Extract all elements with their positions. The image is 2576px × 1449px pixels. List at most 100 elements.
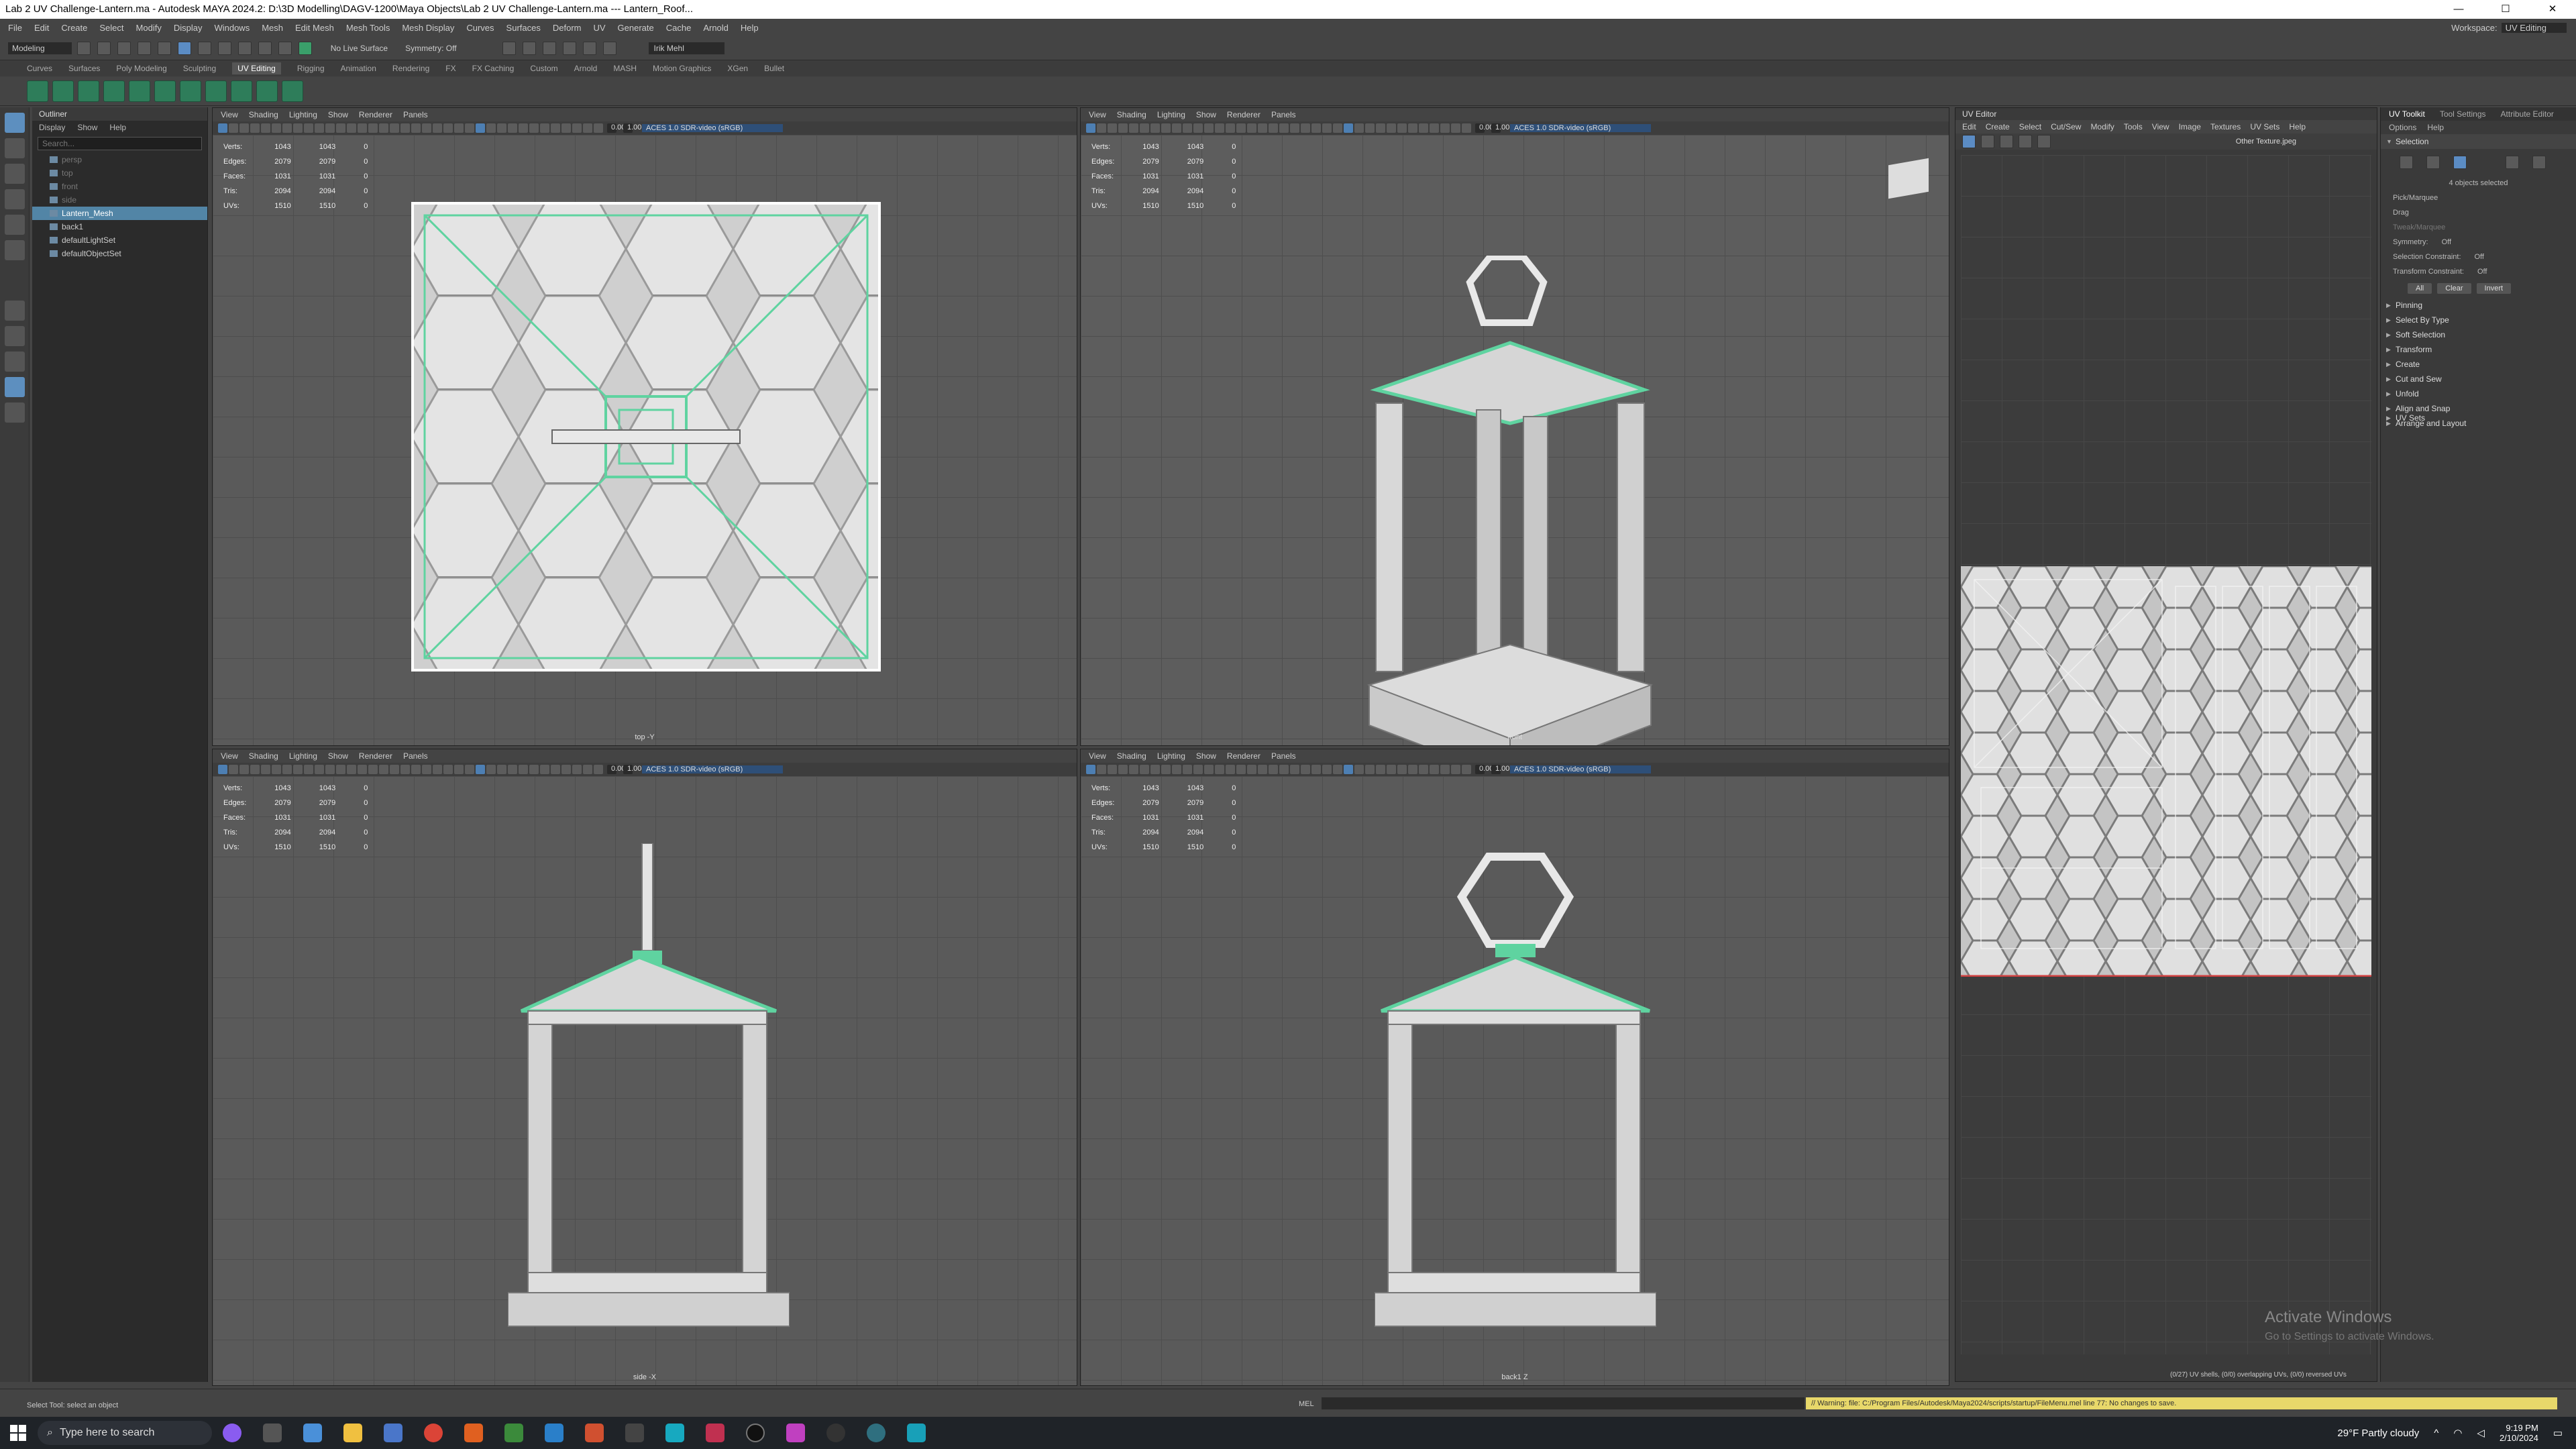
chevron-up-icon[interactable]: ^ [2434, 1428, 2438, 1439]
viewport-tool-icon[interactable] [540, 765, 549, 774]
viewport-tool-icon[interactable] [261, 123, 270, 133]
uv-grid-icon[interactable] [1981, 135, 1994, 148]
shelf-tab-rigging[interactable]: Rigging [297, 64, 325, 73]
viewport-tool-icon[interactable] [1226, 765, 1235, 774]
mode-dropdown[interactable]: Modeling [8, 42, 72, 54]
viewport-tool-icon[interactable] [282, 765, 292, 774]
copilot-icon[interactable] [223, 1424, 241, 1442]
face-mode-icon[interactable] [2453, 156, 2467, 169]
snap-surface-icon[interactable] [298, 41, 312, 55]
uv-toolkit-menu-help[interactable]: Help [2427, 123, 2444, 132]
uv-editor-menu-item[interactable]: Edit [1962, 122, 1976, 131]
viewport-tool-icon[interactable] [551, 765, 560, 774]
cylindrical-map-icon[interactable] [52, 80, 74, 102]
viewport-menu-item[interactable]: Lighting [289, 751, 317, 761]
render-settings-icon[interactable] [562, 41, 576, 55]
viewport-tool-icon[interactable] [390, 123, 399, 133]
viewport-tool-icon[interactable] [1193, 765, 1203, 774]
viewport-tool-icon[interactable] [1247, 765, 1256, 774]
viewport-tool-icon[interactable] [551, 123, 560, 133]
menu-arnold[interactable]: Arnold [703, 23, 729, 33]
viewport-tool-icon[interactable] [347, 123, 356, 133]
viewport-tool-icon[interactable] [594, 765, 603, 774]
select-hierarchy-icon[interactable] [177, 41, 191, 55]
viewport-tool-icon[interactable] [1290, 123, 1299, 133]
hypershade-icon[interactable] [582, 41, 596, 55]
viewport-menu-item[interactable]: Panels [403, 110, 428, 119]
checker-icon[interactable] [282, 80, 303, 102]
mel-label[interactable]: MEL [1299, 1400, 1314, 1408]
viewport-tool-icon[interactable] [1150, 123, 1160, 133]
viewport-tool-icon[interactable] [304, 123, 313, 133]
viewport-menu-item[interactable]: Show [1196, 751, 1216, 761]
undo-icon[interactable] [137, 41, 151, 55]
viewport-tool-icon[interactable] [1215, 765, 1224, 774]
save-scene-icon[interactable] [117, 41, 131, 55]
viewport-menu-item[interactable]: Show [328, 751, 348, 761]
viewport-tool-icon[interactable] [229, 765, 238, 774]
section-selection[interactable]: Selection [2381, 134, 2576, 149]
viewport-tool-icon[interactable] [1140, 123, 1149, 133]
viewport-tool-icon[interactable] [1129, 765, 1138, 774]
viewport-menu-item[interactable]: Lighting [289, 110, 317, 119]
section-create[interactable]: Create [2381, 357, 2576, 372]
single-layout-icon[interactable] [5, 301, 25, 321]
viewport-tool-icon[interactable] [1258, 123, 1267, 133]
uv-editor-menu-item[interactable]: UV Sets [2250, 122, 2279, 131]
shelf-tab-fx[interactable]: FX [445, 64, 455, 73]
viewport-tool-icon[interactable] [1301, 765, 1310, 774]
app-icon[interactable] [706, 1424, 724, 1442]
section-unfold[interactable]: Unfold [2381, 386, 2576, 401]
gamma-field[interactable]: 1.00 [623, 765, 641, 774]
viewport-tool-icon[interactable] [315, 765, 324, 774]
planar-map-icon[interactable] [27, 80, 48, 102]
layout-icon[interactable] [231, 80, 252, 102]
app-icon[interactable] [303, 1424, 322, 1442]
viewport-tool-icon[interactable] [400, 123, 410, 133]
viewport-tool-icon[interactable] [1365, 123, 1375, 133]
mel-input[interactable] [1322, 1397, 1805, 1409]
shelf-tab-arnold[interactable]: Arnold [574, 64, 598, 73]
app-icon[interactable] [867, 1424, 885, 1442]
uv-layout-icon[interactable] [5, 377, 25, 397]
viewport-tool-icon[interactable] [1408, 123, 1417, 133]
viewport-top[interactable]: View Shading Lighting Show Renderer Panels 0.… [212, 107, 1077, 746]
viewport-menu-item[interactable]: Shading [249, 751, 278, 761]
outliner-item[interactable]: defaultObjectSet [32, 247, 207, 260]
viewport-tool-icon[interactable] [1097, 765, 1106, 774]
viewport-tool-icon[interactable] [1397, 765, 1407, 774]
weather-widget[interactable]: 29°F Partly cloudy [2337, 1428, 2419, 1439]
sew-uv-icon[interactable] [180, 80, 201, 102]
viewport-menu-item[interactable]: Panels [403, 751, 428, 761]
viewport-tool-icon[interactable] [411, 123, 421, 133]
four-layout-icon[interactable] [5, 326, 25, 346]
menu-windows[interactable]: Windows [214, 23, 250, 33]
viewport-tool-icon[interactable] [390, 765, 399, 774]
viewport-tool-icon[interactable] [454, 123, 464, 133]
uv-editor-menu-item[interactable]: Modify [2090, 122, 2114, 131]
viewport-tool-icon[interactable] [465, 765, 474, 774]
cut-uv-icon[interactable] [154, 80, 176, 102]
snap-grid-icon[interactable] [237, 41, 252, 55]
viewport-tool-icon[interactable] [1161, 123, 1171, 133]
viewport-tool-icon[interactable] [1118, 765, 1128, 774]
user-account[interactable]: Irik Mehl [648, 42, 724, 54]
viewport-back[interactable]: View Shading Lighting Show Renderer Panels 0.… [1080, 749, 1949, 1386]
viewport-tool-icon[interactable] [1311, 765, 1321, 774]
snap-point-icon[interactable] [278, 41, 292, 55]
viewport-tool-icon[interactable] [250, 123, 260, 133]
outliner-item[interactable]: persp [32, 153, 207, 166]
viewport-tool-icon[interactable] [1419, 765, 1428, 774]
open-scene-icon[interactable] [97, 41, 111, 55]
shelf-tab-poly-modeling[interactable]: Poly Modeling [116, 64, 166, 73]
viewport-tool-icon[interactable] [1108, 123, 1117, 133]
viewport-menu-item[interactable]: View [1089, 751, 1106, 761]
viewport-tool-icon[interactable] [218, 765, 227, 774]
app-icon[interactable] [665, 1424, 684, 1442]
menu-cache[interactable]: Cache [666, 23, 692, 33]
viewport-tool-icon[interactable] [336, 123, 345, 133]
uv-shell-mode-icon[interactable] [2532, 156, 2546, 169]
viewport-tool-icon[interactable] [1161, 765, 1171, 774]
viewport-tool-icon[interactable] [1344, 765, 1353, 774]
viewport-tool-icon[interactable] [1269, 123, 1278, 133]
